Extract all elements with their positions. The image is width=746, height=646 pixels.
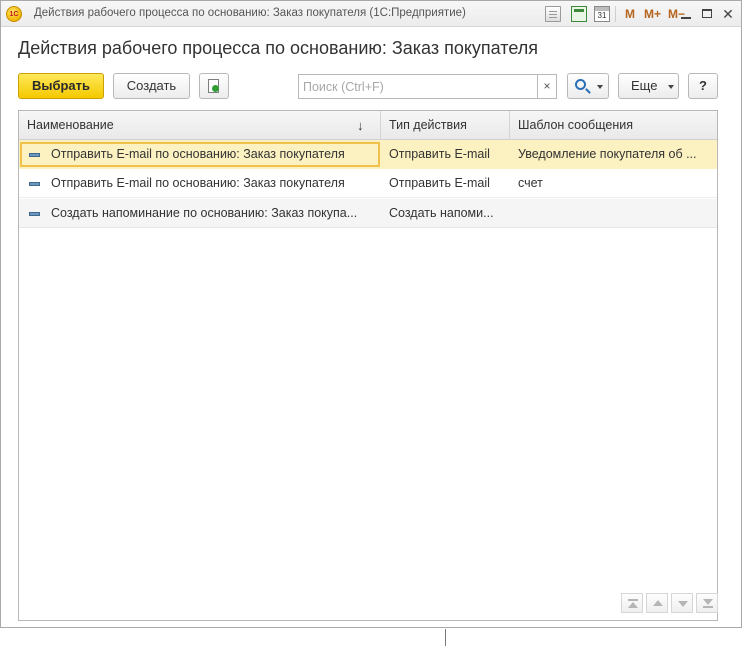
search-input[interactable] bbox=[298, 74, 537, 99]
calculator-icon[interactable] bbox=[571, 6, 587, 22]
column-header-action-type[interactable]: Тип действия bbox=[381, 111, 510, 140]
memory-button[interactable]: M bbox=[625, 6, 635, 22]
copy-document-icon bbox=[208, 79, 219, 93]
scroll-up-icon[interactable] bbox=[646, 593, 668, 613]
search-icon bbox=[575, 79, 586, 90]
item-icon bbox=[29, 153, 40, 157]
item-icon bbox=[29, 182, 40, 186]
app-window: 1С Действия рабочего процесса по основан… bbox=[0, 0, 742, 628]
row-action-type: Отправить E-mail bbox=[389, 176, 490, 190]
toolbar-divider bbox=[615, 6, 616, 22]
actions-table[interactable]: Наименование ↓ Тип действия Шаблон сообщ… bbox=[18, 110, 718, 621]
column-header-name[interactable]: Наименование bbox=[19, 111, 381, 140]
search-clear-button[interactable]: × bbox=[537, 74, 557, 99]
scroll-to-bottom-icon[interactable] bbox=[696, 593, 718, 613]
window-resize-divider bbox=[445, 629, 446, 646]
search-button[interactable] bbox=[567, 73, 609, 99]
table-row[interactable]: Отправить E-mail по основанию: Заказ пок… bbox=[19, 140, 717, 169]
help-button[interactable]: ? bbox=[688, 73, 718, 99]
title-bar: 1С Действия рабочего процесса по основан… bbox=[1, 1, 741, 27]
sort-descending-icon[interactable]: ↓ bbox=[357, 118, 367, 133]
maximize-icon[interactable] bbox=[699, 6, 715, 22]
table-row[interactable]: Создать напоминание по основанию: Заказ … bbox=[19, 199, 717, 228]
page-title: Действия рабочего процесса по основанию:… bbox=[18, 38, 538, 58]
memory-plus-button[interactable]: M+ bbox=[644, 6, 661, 22]
item-icon bbox=[29, 212, 40, 216]
table-header: Наименование ↓ Тип действия Шаблон сообщ… bbox=[19, 111, 717, 140]
minimize-icon[interactable] bbox=[678, 6, 694, 22]
row-action-type: Создать напоми... bbox=[389, 206, 494, 220]
create-button[interactable]: Создать bbox=[113, 73, 190, 99]
close-icon[interactable]: ✕ bbox=[720, 6, 736, 22]
table-navigation bbox=[621, 593, 718, 615]
more-button[interactable]: Еще bbox=[618, 73, 679, 99]
row-action-type: Отправить E-mail bbox=[389, 147, 490, 161]
row-template: Уведомление покупателя об ... bbox=[518, 147, 697, 161]
row-name: Отправить E-mail по основанию: Заказ пок… bbox=[51, 147, 345, 161]
row-name: Создать напоминание по основанию: Заказ … bbox=[51, 206, 358, 220]
row-template: счет bbox=[518, 176, 543, 190]
chevron-down-icon bbox=[597, 85, 603, 89]
column-header-label: Наименование bbox=[27, 118, 114, 132]
chevron-down-icon bbox=[668, 85, 674, 89]
row-name: Отправить E-mail по основанию: Заказ пок… bbox=[51, 176, 345, 190]
window-title: Действия рабочего процесса по основанию:… bbox=[34, 7, 466, 19]
scroll-down-icon[interactable] bbox=[671, 593, 693, 613]
create-copy-button[interactable] bbox=[199, 73, 229, 99]
scroll-to-top-icon[interactable] bbox=[621, 593, 643, 613]
document-icon[interactable] bbox=[545, 6, 561, 22]
row-template bbox=[518, 199, 713, 228]
column-header-message-template[interactable]: Шаблон сообщения bbox=[510, 111, 717, 140]
app-logo: 1С bbox=[6, 6, 22, 22]
calendar-icon[interactable]: 31 bbox=[594, 6, 610, 22]
select-button[interactable]: Выбрать bbox=[18, 73, 104, 99]
table-row[interactable]: Отправить E-mail по основанию: Заказ пок… bbox=[19, 169, 717, 198]
more-button-label: Еще bbox=[631, 78, 658, 93]
